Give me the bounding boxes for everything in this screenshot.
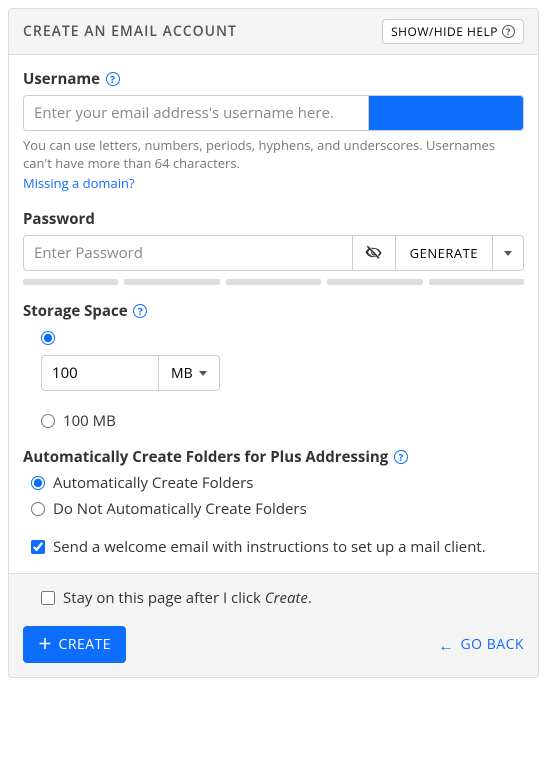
- username-input[interactable]: [24, 96, 368, 130]
- password-row: GENERATE: [23, 235, 524, 271]
- storage-custom-radio-row: [41, 327, 524, 345]
- help-icon[interactable]: ?: [106, 72, 120, 86]
- password-group: Password GENERATE: [23, 209, 524, 285]
- password-label: Password: [23, 209, 95, 229]
- help-icon[interactable]: ?: [133, 304, 147, 318]
- missing-domain-link[interactable]: Missing a domain?: [23, 174, 135, 192]
- username-hint: You can use letters, numbers, periods, h…: [23, 137, 524, 172]
- storage-value-input[interactable]: [41, 355, 159, 391]
- stay-on-page-checkbox[interactable]: [41, 591, 55, 605]
- strength-segment: [124, 279, 219, 285]
- domain-selector[interactable]: [368, 96, 523, 130]
- folders-auto-label: Automatically Create Folders: [53, 473, 253, 493]
- folders-auto-radio[interactable]: [31, 476, 45, 490]
- password-strength-meter: [23, 279, 524, 285]
- go-back-button[interactable]: ← GO BACK: [438, 635, 524, 654]
- folders-label: Automatically Create Folders for Plus Ad…: [23, 447, 388, 467]
- welcome-email-checkbox[interactable]: [31, 540, 45, 554]
- go-back-label: GO BACK: [461, 635, 525, 654]
- strength-segment: [23, 279, 118, 285]
- arrow-left-icon: ←: [438, 637, 455, 653]
- panel-footer: Stay on this page after I click Create. …: [9, 573, 538, 677]
- storage-group: Storage Space ? MB 100 MB: [23, 301, 524, 431]
- storage-preset-radio-row: 100 MB: [41, 411, 524, 431]
- storage-label: Storage Space: [23, 301, 128, 321]
- chevron-down-icon: [199, 371, 207, 376]
- folders-group: Automatically Create Folders for Plus Ad…: [23, 447, 524, 557]
- generate-password-button[interactable]: GENERATE: [395, 235, 493, 271]
- username-label: Username: [23, 69, 100, 89]
- stay-on-page-label: Stay on this page after I click Create.: [63, 588, 312, 608]
- help-icon: ?: [502, 25, 515, 38]
- show-hide-help-button[interactable]: SHOW/HIDE HELP ?: [382, 19, 524, 44]
- storage-input-row: MB: [41, 355, 524, 391]
- footer-actions: ＋ CREATE ← GO BACK: [23, 626, 524, 663]
- welcome-email-label: Send a welcome email with instructions t…: [53, 537, 486, 557]
- username-row: [23, 95, 524, 131]
- folders-manual-radio[interactable]: [31, 502, 45, 516]
- storage-unit-button[interactable]: MB: [158, 355, 220, 391]
- help-button-label: SHOW/HIDE HELP: [391, 23, 498, 40]
- stay-on-page-row: Stay on this page after I click Create.: [41, 588, 524, 608]
- panel-body: Username ? You can use letters, numbers,…: [9, 55, 538, 557]
- username-group: Username ? You can use letters, numbers,…: [23, 69, 524, 193]
- create-button-label: CREATE: [59, 635, 112, 654]
- chevron-down-icon: [504, 251, 512, 256]
- password-input[interactable]: [23, 235, 353, 271]
- panel-header: CREATE AN EMAIL ACCOUNT SHOW/HIDE HELP ?: [9, 9, 538, 55]
- create-button[interactable]: ＋ CREATE: [23, 626, 126, 663]
- panel-title: CREATE AN EMAIL ACCOUNT: [23, 22, 237, 41]
- generate-options-button[interactable]: [492, 235, 524, 271]
- strength-segment: [327, 279, 422, 285]
- folders-manual-row: Do Not Automatically Create Folders: [31, 499, 524, 519]
- plus-icon: ＋: [38, 638, 53, 652]
- folders-auto-row: Automatically Create Folders: [31, 473, 524, 493]
- folders-manual-label: Do Not Automatically Create Folders: [53, 499, 307, 519]
- create-email-panel: CREATE AN EMAIL ACCOUNT SHOW/HIDE HELP ?…: [8, 8, 539, 678]
- storage-preset-label: 100 MB: [63, 411, 116, 431]
- strength-segment: [226, 279, 321, 285]
- help-icon[interactable]: ?: [394, 450, 408, 464]
- storage-preset-radio[interactable]: [41, 414, 55, 428]
- welcome-email-row: Send a welcome email with instructions t…: [31, 537, 524, 557]
- toggle-password-visibility-button[interactable]: [352, 235, 396, 271]
- strength-segment: [429, 279, 524, 285]
- eye-off-icon: [364, 243, 384, 263]
- storage-unit-label: MB: [171, 364, 193, 383]
- storage-custom-radio[interactable]: [41, 331, 55, 345]
